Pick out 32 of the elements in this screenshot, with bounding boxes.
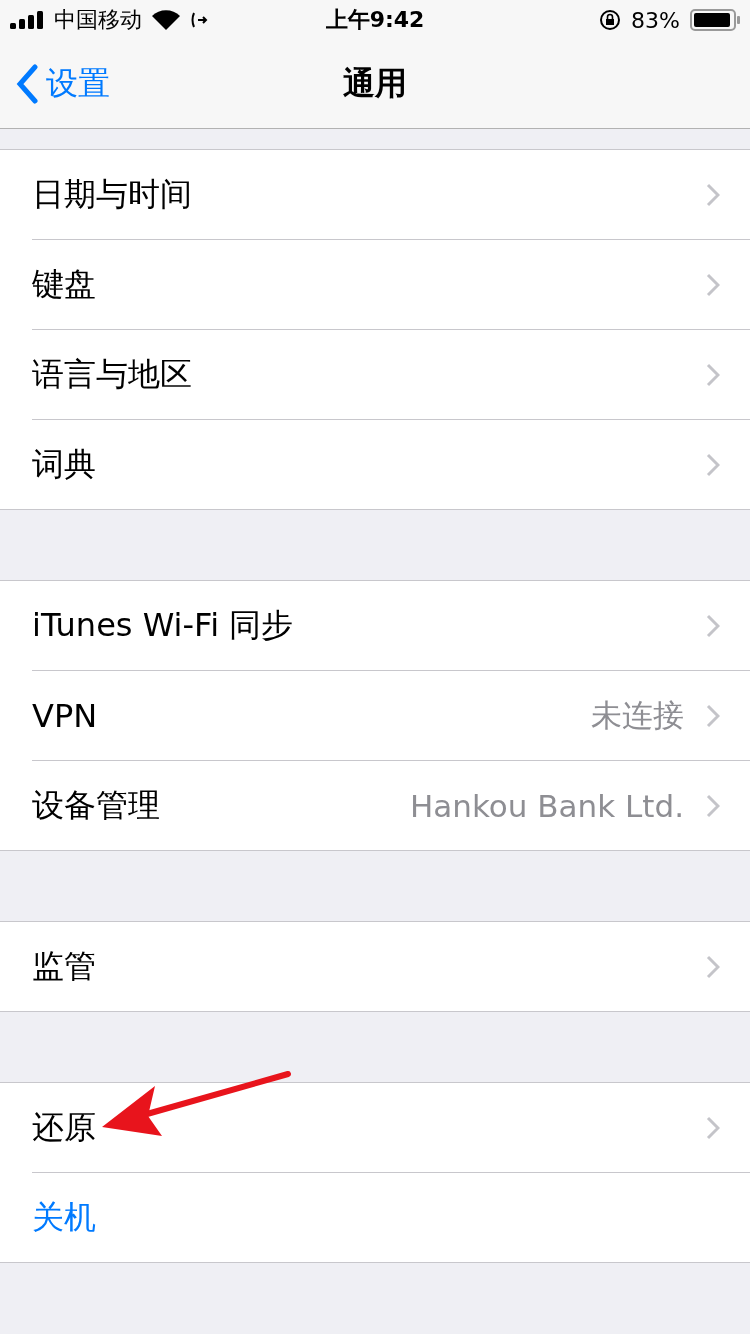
row-label[interactable]: 监管 [32,944,706,989]
wifi-icon [152,10,180,30]
page-title: 通用 [343,63,407,104]
status-time: 上午9:42 [325,6,425,34]
chevron-icon [706,613,720,638]
row-label[interactable]: 键盘 [32,262,706,307]
signal-icon [10,11,44,29]
row-label[interactable]: 语言与地区 [32,352,706,397]
chevron-icon [706,452,720,477]
chevron-icon [706,182,720,207]
chevron-icon [706,703,720,728]
rotation-lock-icon [599,9,622,31]
back-chevron-icon [16,64,38,104]
chevron-icon [706,1115,720,1140]
row-label[interactable]: VPN [32,696,591,735]
chevron-icon [706,272,720,297]
row-label[interactable]: 设备管理 [32,783,411,828]
action-link[interactable]: 关机 [32,1195,720,1240]
chevron-icon [706,793,720,818]
battery-percent: 83% [631,7,680,33]
row-label[interactable]: 还原 [32,1105,706,1150]
chevron-icon [706,362,720,387]
row-value: 未连接 [591,695,684,735]
carrier-name: 中国移动 [54,6,142,34]
row-value: Hankou Bank Ltd. [410,787,684,824]
back-button[interactable]: 设置 [0,62,126,106]
call-forward-icon [190,11,208,29]
row-label[interactable]: iTunes Wi-Fi 同步 [32,603,706,648]
row-label[interactable]: 日期与时间 [32,172,706,217]
row-label[interactable]: 词典 [32,442,706,487]
chevron-icon [706,954,720,979]
battery-icon [690,9,740,31]
